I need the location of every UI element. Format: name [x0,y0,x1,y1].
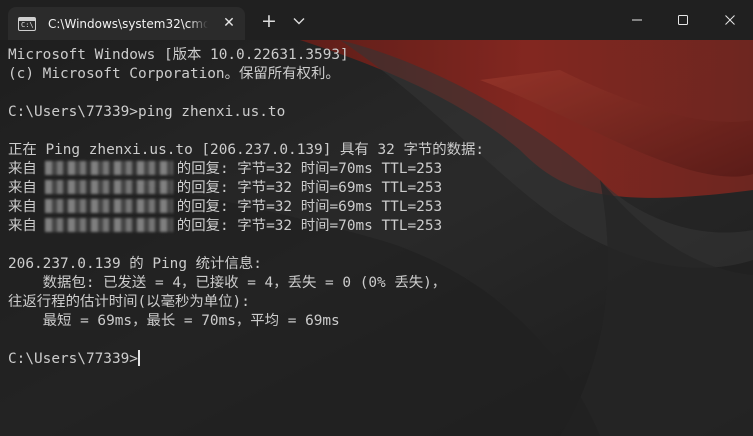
reply-prefix: 来自 [8,218,37,234]
text-cursor [137,350,140,366]
maximize-icon[interactable] [660,0,706,40]
chevron-down-icon[interactable] [288,10,310,32]
minimize-icon[interactable] [614,0,660,40]
reply-line: 来自 的回复: 字节=32 时间=69ms TTL=253 [8,198,748,217]
terminal-line: (c) Microsoft Corporation。保留所有权利。 [8,66,340,82]
reply-text: 的回复: 字节=32 时间=70ms TTL=253 [176,161,443,177]
reply-line: 来自 的回复: 字节=32 时间=70ms TTL=253 [8,217,748,236]
prompt-line[interactable]: C:\Users\77339> [8,350,748,369]
window-close-glyph [725,15,735,25]
cmd-icon: C:\ [18,16,36,31]
terminal-line: Microsoft Windows [版本 10.0.22631.3593] [8,47,349,63]
terminal-output[interactable]: Microsoft Windows [版本 10.0.22631.3593] (… [8,46,748,369]
prompt: C:\Users\77339> [8,351,138,367]
plus-icon[interactable]: + [258,10,280,32]
title-bar: C:\ C:\Windows\system32\cmd.exe ✕ + [0,0,753,40]
reply-prefix: 来自 [8,161,37,177]
window-close-icon[interactable] [707,0,753,40]
reply-text: 的回复: 字节=32 时间=69ms TTL=253 [176,180,443,196]
close-icon[interactable]: ✕ [221,15,237,31]
terminal-line: 最短 = 69ms，最长 = 70ms，平均 = 69ms [8,313,340,329]
chevron-down-glyph [293,18,305,25]
tab-cmd[interactable]: C:\ C:\Windows\system32\cmd.exe ✕ [8,7,245,40]
cmd-icon-text: C:\ [21,20,34,29]
terminal-line: 数据包: 已发送 = 4，已接收 = 4，丢失 = 0 (0% 丢失)， [8,275,447,291]
reply-text: 的回复: 字节=32 时间=69ms TTL=253 [176,199,443,215]
maximize-glyph [678,15,688,25]
redacted-ip [44,199,173,213]
reply-line: 来自 的回复: 字节=32 时间=70ms TTL=253 [8,160,748,179]
terminal-line: 往返行程的估计时间(以毫秒为单位): [8,294,250,310]
redacted-ip [44,161,173,175]
reply-prefix: 来自 [8,199,37,215]
terminal-window: C:\ C:\Windows\system32\cmd.exe ✕ + Micr… [0,0,753,436]
tab-title: C:\Windows\system32\cmd.exe [48,16,208,31]
reply-text: 的回复: 字节=32 时间=70ms TTL=253 [176,218,443,234]
minimize-glyph [632,19,642,21]
terminal-line: C:\Users\77339>ping zhenxi.us.to [8,104,286,120]
reply-prefix: 来自 [8,180,37,196]
redacted-ip [44,180,173,194]
terminal-line: 正在 Ping zhenxi.us.to [206.237.0.139] 具有 … [8,142,485,158]
reply-line: 来自 的回复: 字节=32 时间=69ms TTL=253 [8,179,748,198]
redacted-ip [44,218,173,232]
terminal-line: 206.237.0.139 的 Ping 统计信息: [8,256,262,272]
